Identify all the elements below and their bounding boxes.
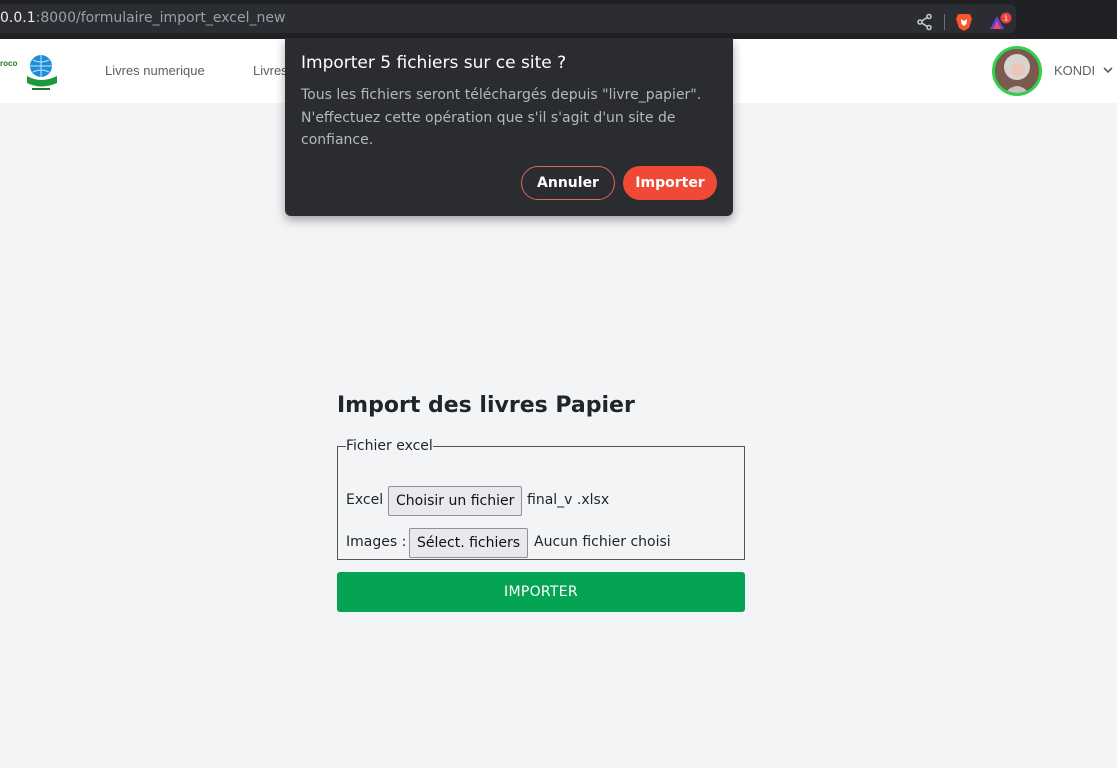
nav-link-livres-numerique[interactable]: Livres numerique [105,63,205,78]
address-bar[interactable]: 0.0.1:8000/formulaire_import_excel_new 1 [0,4,1016,33]
brave-lion-icon[interactable] [954,12,974,32]
user-name[interactable]: KONDI [1054,63,1095,78]
excel-label: Excel [346,492,384,508]
images-file-input-button[interactable]: Sélect. fichiers [409,528,529,558]
excel-selected-filename: final_v .xlsx [527,492,610,508]
rewards-badge-count: 1 [1004,15,1008,23]
browser-toolbar: 0.0.1:8000/formulaire_import_excel_new 1 [0,0,1117,39]
brave-rewards-icon[interactable]: 1 [987,12,1013,32]
dialog-title: Importer 5 fichiers sur ce site ? [301,53,567,73]
user-avatar[interactable] [992,46,1042,96]
share-icon[interactable] [916,13,934,31]
import-submit-button[interactable]: IMPORTER [337,572,745,612]
excel-file-input-button[interactable]: Choisir un fichier [388,486,523,516]
chevron-down-icon[interactable] [1103,66,1113,74]
import-confirm-button[interactable]: Importer [623,166,717,200]
images-selected-filename: Aucun fichier choisi [534,534,671,550]
dialog-message: Tous les fichiers seront téléchargés dep… [301,87,702,148]
nav-link-livres[interactable]: Livres [253,63,288,78]
images-label: Images : [346,534,407,550]
excel-file-fieldset: Fichier excel Excel Choisir un fichier f… [337,438,745,560]
page-title: Import des livres Papier [337,393,635,418]
globe-book-logo-icon [27,55,57,90]
toolbar-divider [944,14,945,30]
logo-text: roco [0,59,18,68]
site-logo[interactable]: roco [0,50,62,94]
cancel-button[interactable]: Annuler [521,166,615,200]
fieldset-legend: Fichier excel [346,438,433,454]
file-import-permission-dialog: Importer 5 fichiers sur ce site ? Tous l… [285,38,733,216]
url-text[interactable]: 0.0.1:8000/formulaire_import_excel_new [0,10,285,26]
avatar-portrait-icon [995,49,1039,93]
